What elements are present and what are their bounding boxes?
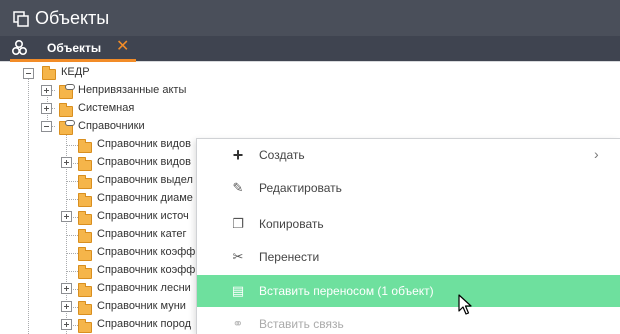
copy-icon: ❐	[232, 216, 244, 231]
tree-guide-line	[66, 253, 78, 254]
copy-windows-icon	[13, 11, 29, 27]
menu-item-edit[interactable]: ✎ Редактировать	[197, 172, 620, 204]
folder-icon	[59, 103, 73, 117]
menu-item-paste-link[interactable]: ⚭ Вставить связь	[197, 308, 620, 334]
tree-node-label: Справочник лесни	[97, 282, 191, 294]
title-bar: Объекты	[0, 0, 620, 36]
menu-item-label: Перенести	[259, 250, 320, 264]
expand-icon[interactable]	[41, 103, 52, 114]
folder-icon	[42, 66, 56, 80]
tree-node[interactable]: Непривязанные акты	[40, 82, 240, 100]
menu-item-label: Создать	[259, 148, 305, 162]
expand-icon[interactable]	[41, 85, 52, 96]
folder-icon	[78, 139, 92, 153]
tree-node-reference[interactable]: Справочник коэфф	[59, 262, 199, 280]
edit-icon: ✎	[232, 180, 244, 195]
tree-guide-line	[66, 235, 78, 236]
tree-node-label: Справочник видов	[97, 156, 191, 168]
tree-node-label: Справочники	[78, 120, 145, 132]
expand-icon[interactable]	[61, 157, 72, 168]
cubes-icon	[12, 40, 28, 56]
tree-node-reference[interactable]: Справочник катег	[59, 226, 199, 244]
tree-guide-line	[66, 199, 78, 200]
menu-item-label: Редактировать	[259, 181, 342, 195]
menu-item-label: Копировать	[259, 217, 324, 231]
scissors-icon: ✂	[232, 249, 244, 264]
window-title: Объекты	[35, 8, 110, 28]
folder-icon	[78, 283, 92, 297]
tree-node-label: КЕДР	[61, 66, 90, 78]
folder-icon	[78, 265, 92, 279]
expand-icon[interactable]	[61, 283, 72, 294]
tree-guide-line	[66, 181, 78, 182]
expand-icon[interactable]	[61, 301, 72, 312]
tree-node-label: Справочник коэфф	[97, 264, 196, 276]
folder-icon	[59, 84, 75, 99]
folder-icon	[78, 193, 92, 207]
context-menu: + Создать › ✎ Редактировать ❐ Копировать…	[196, 138, 620, 334]
tree-guide-line	[66, 271, 78, 272]
menu-item-paste-move[interactable]: ▤ Вставить переносом (1 объект)	[197, 275, 620, 307]
menu-item-label: Вставить связь	[259, 317, 344, 331]
menu-item-label: Вставить переносом (1 объект)	[259, 284, 434, 298]
tree-node[interactable]: Системная	[40, 100, 240, 118]
link-icon: ⚭	[232, 316, 244, 331]
tree-node-reference[interactable]: Справочник муни	[59, 298, 199, 316]
tree-node-reference[interactable]: Справочник источ	[59, 208, 199, 226]
folder-icon	[78, 211, 92, 225]
tree-node-label: Непривязанные акты	[78, 84, 187, 96]
tree-guide-line	[66, 145, 78, 146]
tab-objects[interactable]: Объекты ✕	[10, 36, 136, 62]
menu-item-copy[interactable]: ❐ Копировать	[197, 208, 620, 240]
folder-icon	[78, 175, 92, 189]
tree-node-label: Справочник источ	[97, 210, 189, 222]
folder-icon	[78, 157, 92, 171]
folder-icon	[78, 301, 92, 315]
plus-icon: +	[232, 145, 244, 165]
expand-icon[interactable]	[61, 211, 72, 222]
tree-node-reference[interactable]: Справочник видов	[59, 154, 199, 172]
tree-node-reference[interactable]: Справочник выдел	[59, 172, 199, 190]
paste-icon: ▤	[231, 283, 245, 298]
tree-node-label: Справочник коэфф	[97, 246, 196, 258]
tab-bar: Объекты ✕	[0, 36, 620, 62]
tree-node-reference[interactable]: Справочник видов	[59, 136, 199, 154]
folder-icon	[59, 120, 75, 135]
tree-node-reference[interactable]: Справочник лесни	[59, 280, 199, 298]
tree-node-reference[interactable]: Справочник коэфф	[59, 244, 199, 262]
tree-node-label: Справочник видов	[97, 138, 191, 150]
tree-node-label: Справочник пород	[97, 318, 192, 330]
tree-node-label: Справочник катег	[97, 228, 187, 240]
tree-node-label: Справочник муни	[97, 300, 186, 312]
tree-node-reference[interactable]: Справочник пород	[59, 316, 199, 334]
tab-label: Объекты	[47, 41, 102, 55]
menu-item-create[interactable]: + Создать ›	[197, 139, 620, 171]
mouse-cursor-icon	[458, 294, 472, 315]
folder-icon	[78, 229, 92, 243]
tree-node-label: Справочник выдел	[97, 174, 193, 186]
collapse-icon[interactable]	[23, 68, 34, 79]
tree-node-reference[interactable]: Справочник диаме	[59, 190, 199, 208]
folder-icon	[78, 319, 92, 333]
folder-icon	[78, 247, 92, 261]
tree-node-root[interactable]: КЕДР	[20, 64, 180, 82]
close-icon[interactable]: ✕	[116, 38, 129, 56]
tree-node-label: Системная	[78, 102, 135, 114]
tree-node-label: Справочник диаме	[97, 192, 193, 204]
chevron-right-icon: ›	[594, 146, 599, 162]
menu-item-move[interactable]: ✂ Перенести	[197, 241, 620, 273]
tree-node[interactable]: Справочники	[40, 118, 240, 136]
expand-icon[interactable]	[61, 319, 72, 330]
collapse-icon[interactable]	[41, 121, 52, 132]
